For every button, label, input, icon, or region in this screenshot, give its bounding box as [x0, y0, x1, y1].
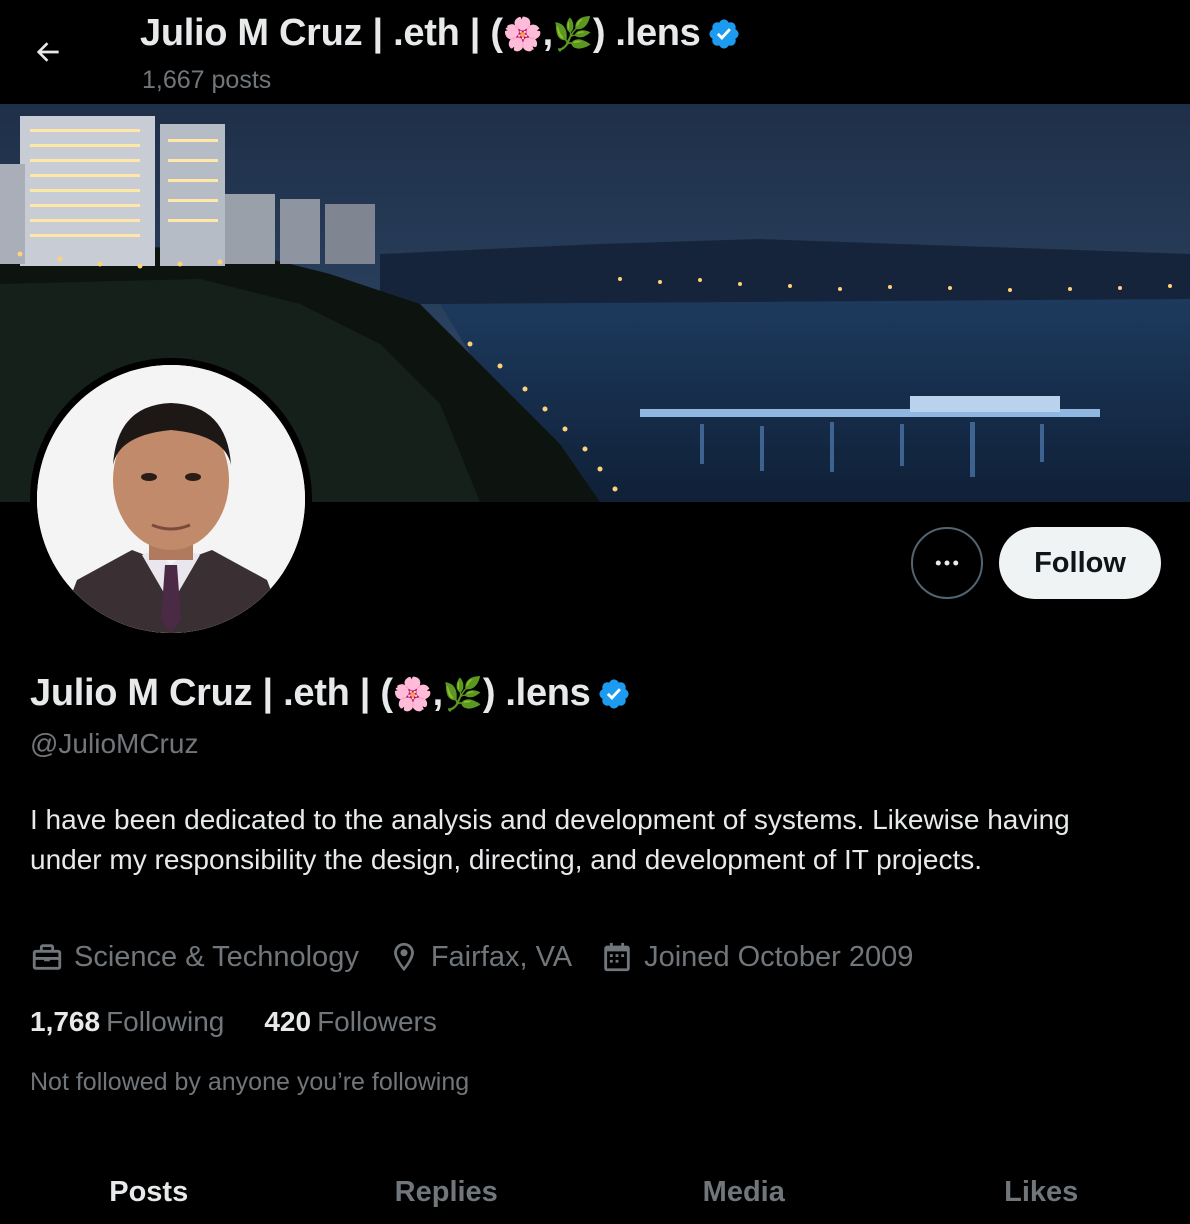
- flower-emoji: 🌸: [502, 14, 543, 53]
- following-label: Following: [106, 1006, 225, 1037]
- herb-emoji: 🌿: [442, 674, 483, 713]
- flower-emoji: 🌸: [392, 674, 433, 713]
- name-prefix: Julio M Cruz | .eth | (: [30, 672, 393, 714]
- not-followed-notice: Not followed by anyone you’re following: [30, 1068, 470, 1096]
- header-name-prefix: Julio M Cruz | .eth | (: [140, 12, 503, 54]
- herb-emoji: 🌿: [552, 14, 593, 53]
- calendar-icon: [604, 942, 630, 972]
- briefcase-icon: [32, 944, 62, 970]
- name-sep: ,: [432, 672, 444, 714]
- location-item: Fairfax, VA: [387, 940, 572, 974]
- location-label: Fairfax, VA: [430, 940, 573, 973]
- followers-link[interactable]: 420 Followers: [264, 1006, 437, 1038]
- profile-meta: Science & Technology Fairfax, VA Joined …: [30, 940, 941, 974]
- profile-avatar[interactable]: [30, 358, 312, 640]
- profile-handle: @JulioMCruz: [30, 728, 199, 759]
- joined-item: Joined October 2009: [600, 940, 913, 974]
- follow-button[interactable]: Follow: [999, 527, 1161, 599]
- more-options-button[interactable]: [911, 527, 983, 599]
- following-count: 1,768: [30, 1006, 101, 1037]
- follow-stats: 1,768 Following 420 Followers: [30, 1006, 477, 1038]
- tab-posts[interactable]: Posts: [0, 1150, 298, 1224]
- tab-media[interactable]: Media: [595, 1150, 893, 1224]
- location-pin-icon: [393, 942, 414, 972]
- category-item: Science & Technology: [30, 940, 359, 974]
- more-horizontal-icon: [935, 560, 959, 566]
- category-label: Science & Technology: [74, 940, 359, 973]
- verified-badge-icon[interactable]: [597, 677, 631, 711]
- tab-likes[interactable]: Likes: [893, 1150, 1190, 1224]
- avatar-photo: [37, 365, 305, 633]
- back-button[interactable]: [22, 28, 74, 76]
- arrow-left-icon: [36, 42, 59, 62]
- header-name-suffix: ) .lens: [592, 12, 701, 54]
- joined-label: Joined October 2009: [644, 940, 914, 973]
- profile-tabs: Posts Replies Media Likes: [0, 1150, 1190, 1224]
- header-title: Julio M Cruz | .eth | (🌸, 🌿) .lens: [140, 12, 741, 55]
- name-suffix: ) .lens: [482, 672, 591, 714]
- verified-badge-icon: [709, 18, 739, 49]
- profile-display-name: Julio M Cruz | .eth | (🌸, 🌿) .lens: [30, 672, 631, 715]
- header-name-sep: ,: [542, 12, 554, 54]
- followers-count: 420: [264, 1006, 312, 1037]
- tab-replies[interactable]: Replies: [298, 1150, 596, 1224]
- avatar-person-illustration: [37, 365, 305, 633]
- posts-count: 1,667 posts: [142, 66, 272, 94]
- profile-bio: I have been dedicated to the analysis an…: [30, 804, 1070, 875]
- following-link[interactable]: 1,768 Following: [30, 1006, 224, 1038]
- followers-label: Followers: [317, 1006, 437, 1037]
- top-bar: Julio M Cruz | .eth | (🌸, 🌿) .lens 1,667…: [0, 0, 1190, 104]
